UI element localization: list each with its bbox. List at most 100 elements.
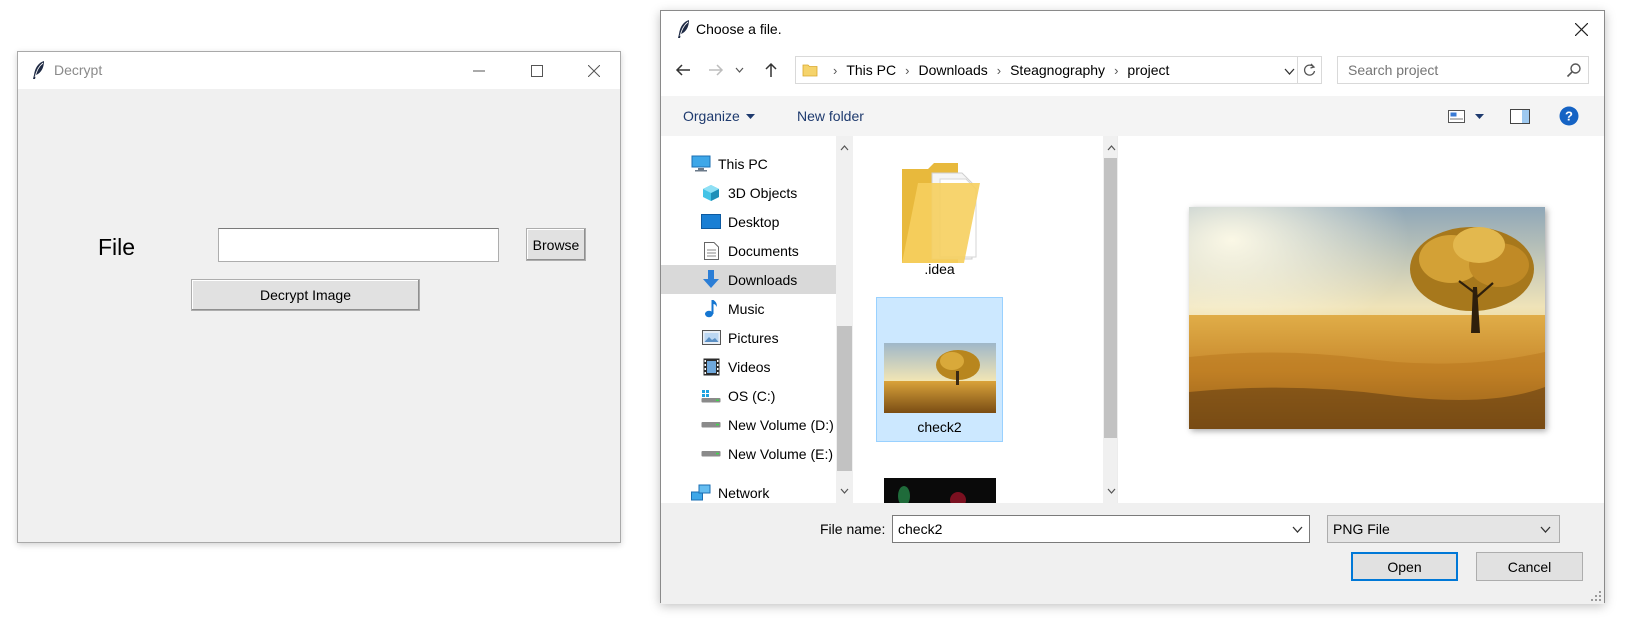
file-name-label: File name: xyxy=(820,521,886,537)
feather-icon xyxy=(678,20,689,38)
breadcrumb-downloads[interactable]: Downloads xyxy=(918,62,987,78)
address-bar[interactable]: › This PC › Downloads › Steagnography › … xyxy=(795,56,1322,84)
nav-label: Videos xyxy=(728,358,771,375)
decrypt-image-button[interactable]: Decrypt Image xyxy=(191,279,420,311)
arrow-left-icon xyxy=(675,64,690,76)
file-label: File xyxy=(98,234,136,260)
nav-label: Network xyxy=(718,484,770,501)
folder-icon xyxy=(802,64,818,77)
resize-grip-icon[interactable] xyxy=(1590,590,1602,602)
dialog-close-button[interactable] xyxy=(1558,11,1604,47)
open-button[interactable]: Open xyxy=(1351,552,1458,581)
nav-item-network[interactable]: Network xyxy=(661,478,836,503)
nav-item-new-volume-e[interactable]: New Volume (E:) xyxy=(661,439,836,468)
back-button[interactable] xyxy=(671,58,695,82)
maximize-button[interactable] xyxy=(508,52,566,89)
image-preview xyxy=(1189,207,1545,429)
nav-item-music[interactable]: Music xyxy=(661,294,836,323)
chevron-down-icon xyxy=(840,488,849,494)
file-name-label: .idea xyxy=(924,261,955,277)
nav-item-videos[interactable]: Videos xyxy=(661,352,836,381)
navigation-row: › This PC › Downloads › Steagnography › … xyxy=(661,51,1604,89)
nav-item-downloads[interactable]: Downloads xyxy=(661,265,836,294)
caret-down-icon xyxy=(745,113,755,119)
breadcrumb-this-pc[interactable]: This PC xyxy=(846,62,896,78)
help-button[interactable]: ? xyxy=(1558,105,1580,127)
file-type-dropdown-button[interactable] xyxy=(1537,521,1553,537)
nav-label: Pictures xyxy=(728,329,779,346)
nav-label: Documents xyxy=(728,242,799,259)
nav-item-os-c[interactable]: OS (C:) xyxy=(661,381,836,410)
up-button[interactable] xyxy=(759,58,783,82)
breadcrumb: › This PC › Downloads › Steagnography › … xyxy=(824,62,1169,78)
nav-label: Desktop xyxy=(728,213,780,230)
file-path-input[interactable] xyxy=(218,228,499,262)
nav-item-this-pc[interactable]: This PC xyxy=(661,149,836,178)
file-item-dark-image[interactable] xyxy=(876,476,1003,503)
view-dropdown-button[interactable] xyxy=(1471,105,1487,127)
nav-item-new-volume-d[interactable]: New Volume (D:) xyxy=(661,410,836,439)
feather-icon xyxy=(33,61,44,79)
new-folder-button[interactable]: New folder xyxy=(797,108,864,124)
breadcrumb-separator: › xyxy=(833,62,838,78)
file-name-combobox[interactable] xyxy=(892,515,1310,543)
dialog-title: Choose a file. xyxy=(696,21,782,37)
refresh-button[interactable] xyxy=(1297,57,1321,83)
change-view-button[interactable] xyxy=(1446,105,1466,127)
dialog-bottom-bar: File name: PNG File Open Cancel xyxy=(661,503,1604,604)
chevron-up-icon xyxy=(840,144,849,150)
preview-pane-button[interactable] xyxy=(1509,105,1531,127)
chevron-down-icon xyxy=(1107,488,1116,494)
close-icon xyxy=(588,64,600,77)
nav-item-documents[interactable]: Documents xyxy=(661,236,836,265)
file-type-select[interactable]: PNG File xyxy=(1327,515,1560,543)
desktop-icon xyxy=(701,213,721,231)
recent-locations-button[interactable] xyxy=(731,58,747,82)
organize-label: Organize xyxy=(683,108,740,124)
scroll-thumb[interactable] xyxy=(837,326,852,471)
nav-label: Music xyxy=(728,300,765,317)
forward-button[interactable] xyxy=(704,58,728,82)
navigation-pane: This PC 3D Objects Desktop Documents Dow… xyxy=(661,136,856,503)
file-name-dropdown-button[interactable] xyxy=(1289,521,1305,537)
scroll-down-button[interactable] xyxy=(836,482,853,499)
decrypt-window-title: Decrypt xyxy=(54,62,103,78)
nav-label: 3D Objects xyxy=(728,184,798,201)
file-item-idea-folder[interactable]: .idea xyxy=(876,151,1003,281)
search-input[interactable] xyxy=(1338,57,1558,83)
breadcrumb-project[interactable]: project xyxy=(1127,62,1169,78)
decrypt-titlebar[interactable]: Decrypt xyxy=(18,52,620,89)
close-button[interactable] xyxy=(565,52,623,89)
nav-item-desktop[interactable]: Desktop xyxy=(661,207,836,236)
nav-label: This PC xyxy=(718,155,768,172)
help-icon: ? xyxy=(1559,106,1579,126)
nav-pane-scrollbar[interactable] xyxy=(836,136,853,503)
preview-pane-icon xyxy=(1510,108,1530,124)
file-name-input[interactable] xyxy=(893,516,1283,542)
nav-label: OS (C:) xyxy=(728,387,776,404)
nav-item-pictures[interactable]: Pictures xyxy=(661,323,836,352)
nav-label: Downloads xyxy=(728,271,798,288)
decrypt-window: Decrypt File Browse Decrypt Image xyxy=(17,51,621,543)
nav-item-3d-objects[interactable]: 3D Objects xyxy=(661,178,836,207)
browse-button[interactable]: Browse xyxy=(526,228,586,261)
dark-image-thumbnail-icon xyxy=(883,478,996,503)
minimize-button[interactable] xyxy=(450,52,508,89)
nav-label: New Volume (D:) xyxy=(728,416,834,433)
search-icon xyxy=(1566,63,1581,78)
chevron-down-icon xyxy=(1284,68,1294,75)
drive-icon xyxy=(701,445,721,463)
film-icon xyxy=(701,358,721,376)
search-box[interactable] xyxy=(1337,56,1589,84)
picture-icon xyxy=(701,329,721,347)
cancel-button[interactable]: Cancel xyxy=(1476,552,1583,581)
drive-os-icon xyxy=(701,387,721,405)
maximize-icon xyxy=(531,64,543,77)
address-dropdown-button[interactable] xyxy=(1281,62,1297,80)
scroll-up-button[interactable] xyxy=(836,139,853,156)
organize-menu[interactable]: Organize xyxy=(683,108,755,124)
cube-icon xyxy=(701,184,721,202)
file-item-check2[interactable]: check2 xyxy=(876,297,1003,442)
breadcrumb-steagnography[interactable]: Steagnography xyxy=(1010,62,1105,78)
chevron-down-icon xyxy=(1292,526,1302,533)
